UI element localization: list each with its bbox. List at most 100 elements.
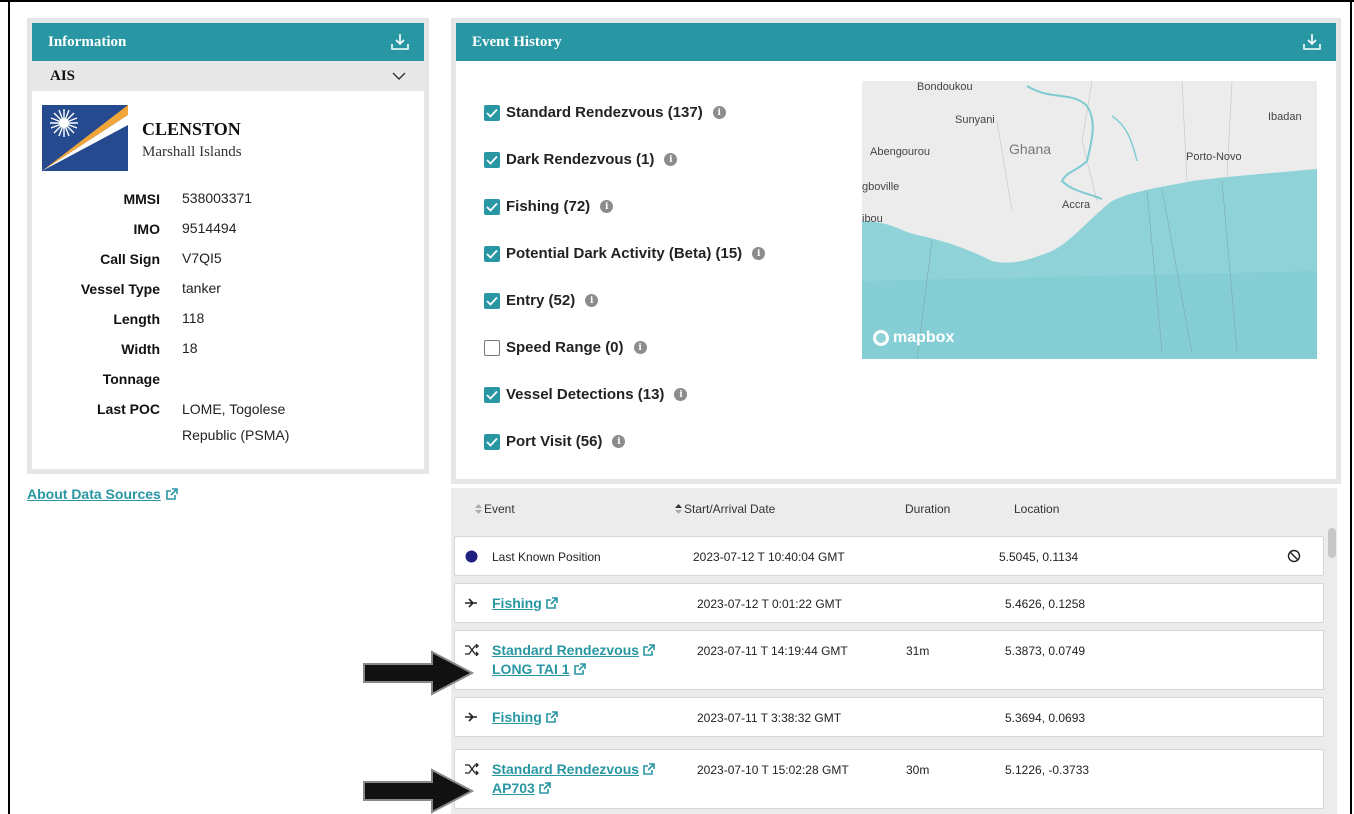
column-header-start-date[interactable]: Start/Arrival Date [675,502,775,516]
filter-vessel-detections[interactable]: Vessel Detections (13) i [484,371,765,418]
mapbox-logo[interactable]: mapbox [872,329,954,347]
checkbox-checked-icon[interactable] [484,292,500,309]
info-value: 118 [182,310,205,326]
event-link-standard-rendezvous[interactable]: Standard Rendezvous [492,642,655,658]
checkbox-checked-icon[interactable] [484,104,500,121]
info-icon[interactable]: i [633,341,647,354]
vessel-link[interactable]: AP703 [492,780,551,796]
fishing-icon [465,598,477,608]
info-value: 18 [182,340,198,356]
event-history-panel: Event History Standard Rendezvous (137) … [451,18,1341,484]
map-label: Abengourou [870,146,930,158]
info-label: MMSI [123,191,160,207]
checkbox-checked-icon[interactable] [484,245,500,262]
event-location: 5.1226, -0.3733 [1005,763,1090,777]
position-dot-icon [465,550,478,563]
hide-icon[interactable] [1287,549,1301,563]
download-icon[interactable] [390,32,410,52]
mapbox-icon [873,330,889,346]
info-icon[interactable]: i [752,247,766,260]
filter-entry[interactable]: Entry (52) i [484,277,765,324]
sort-icon [675,504,682,514]
event-link-label: Standard Rendezvous [492,642,640,658]
checkbox-checked-icon[interactable] [484,433,500,450]
about-link-label: About Data Sources [27,486,161,502]
event-location: 5.5045, 0.1134 [999,550,1079,564]
filter-label: Fishing (72) [506,198,591,215]
map-label: Accra [1062,199,1091,211]
vessel-link-label: LONG TAI 1 [492,661,570,677]
map-label: Sunyani [955,114,995,126]
info-icon[interactable]: i [600,200,614,213]
checkbox-checked-icon[interactable] [484,198,500,215]
event-filters: Standard Rendezvous (137) i Dark Rendezv… [484,89,766,465]
checkbox-checked-icon[interactable] [484,386,500,403]
filter-port-visit[interactable]: Port Visit (56) i [484,418,765,465]
event-map[interactable]: Bondoukou Sunyani Abengourou Ghana Porto… [862,81,1317,359]
info-value: LOME, Togolese Republic (PSMA) [182,401,290,443]
table-row[interactable]: Fishing 2023-07-11 T 3:38:32 GMT 5.3694,… [454,697,1324,737]
info-icon[interactable]: i [674,388,688,401]
info-label: Tonnage [102,371,160,387]
info-row-width: Width 18 [32,340,424,371]
info-icon[interactable]: i [712,106,726,119]
event-name: Last Known Position [492,550,601,564]
info-label: Length [113,311,160,327]
info-icon[interactable]: i [664,153,678,166]
ais-section-toggle[interactable]: AIS [32,61,424,91]
events-table: Event Start/Arrival Date Duration Locati… [451,488,1337,814]
external-link-icon [166,487,178,500]
info-icon[interactable]: i [612,435,626,448]
table-row[interactable]: Fishing 2023-07-12 T 0:01:22 GMT 5.4626,… [454,583,1324,623]
checkbox-checked-icon[interactable] [484,151,500,168]
event-duration: 30m [906,763,930,777]
event-date: 2023-07-12 T 0:01:22 GMT [697,597,842,611]
external-link-icon [539,781,551,794]
information-title: Information [48,33,127,50]
event-link-fishing[interactable]: Fishing [492,595,558,611]
event-link-label: Fishing [492,709,542,725]
column-header-location: Location [1014,502,1059,516]
map-label: Bondoukou [917,81,973,93]
vessel-link[interactable]: LONG TAI 1 [492,661,586,677]
event-date: 2023-07-11 T 14:19:44 GMT [697,644,848,658]
column-header-event[interactable]: Event [475,502,515,516]
vessel-link-label: AP703 [492,780,535,796]
event-location: 5.4626, 0.1258 [1005,597,1086,611]
event-duration: 31m [906,644,930,658]
info-label: Call Sign [100,251,160,267]
sort-icon [475,504,482,514]
scrollbar[interactable] [1328,528,1336,558]
info-row-vessel-type: Vessel Type tanker [32,280,424,311]
checkbox-unchecked-icon[interactable] [484,339,500,356]
download-icon[interactable] [1302,32,1322,52]
fishing-icon [465,712,477,722]
filter-fishing[interactable]: Fishing (72) i [484,183,765,230]
filter-label: Port Visit (56) [506,433,603,450]
info-row-last-poc: Last POC LOME, Togolese Republic (PSMA) [32,401,424,457]
table-header: Event Start/Arrival Date Duration Locati… [451,488,1337,530]
filter-standard-rendezvous[interactable]: Standard Rendezvous (137) i [484,89,765,136]
filter-label: Dark Rendezvous (1) [506,151,655,168]
mapbox-label: mapbox [893,329,955,346]
filter-dark-rendezvous[interactable]: Dark Rendezvous (1) i [484,136,765,183]
info-label: Width [121,341,160,357]
table-row[interactable]: Standard Rendezvous AP703 2023-07-10 T 1… [454,749,1324,809]
vessel-country: Marshall Islands [142,144,242,160]
event-location: 5.3873, 0.0749 [1005,644,1086,658]
table-row[interactable]: Standard Rendezvous LONG TAI 1 2023-07-1… [454,630,1324,690]
column-label: Start/Arrival Date [684,502,776,516]
table-row[interactable]: Last Known Position 2023-07-12 T 10:40:0… [454,536,1324,576]
info-icon[interactable]: i [585,294,599,307]
annotation-arrow-icon [363,650,475,696]
map-label: gboville [862,181,900,193]
marshall-islands-flag [42,105,128,171]
filter-speed-range[interactable]: Speed Range (0) i [484,324,765,371]
event-link-standard-rendezvous[interactable]: Standard Rendezvous [492,761,655,777]
event-link-fishing[interactable]: Fishing [492,709,558,725]
map-label: Porto-Novo [1186,151,1242,163]
filter-label: Vessel Detections (13) [506,386,665,403]
filter-potential-dark-activity[interactable]: Potential Dark Activity (Beta) (15) i [484,230,766,277]
about-data-sources-link[interactable]: About Data Sources [27,486,178,502]
info-row-length: Length 118 [32,310,424,341]
